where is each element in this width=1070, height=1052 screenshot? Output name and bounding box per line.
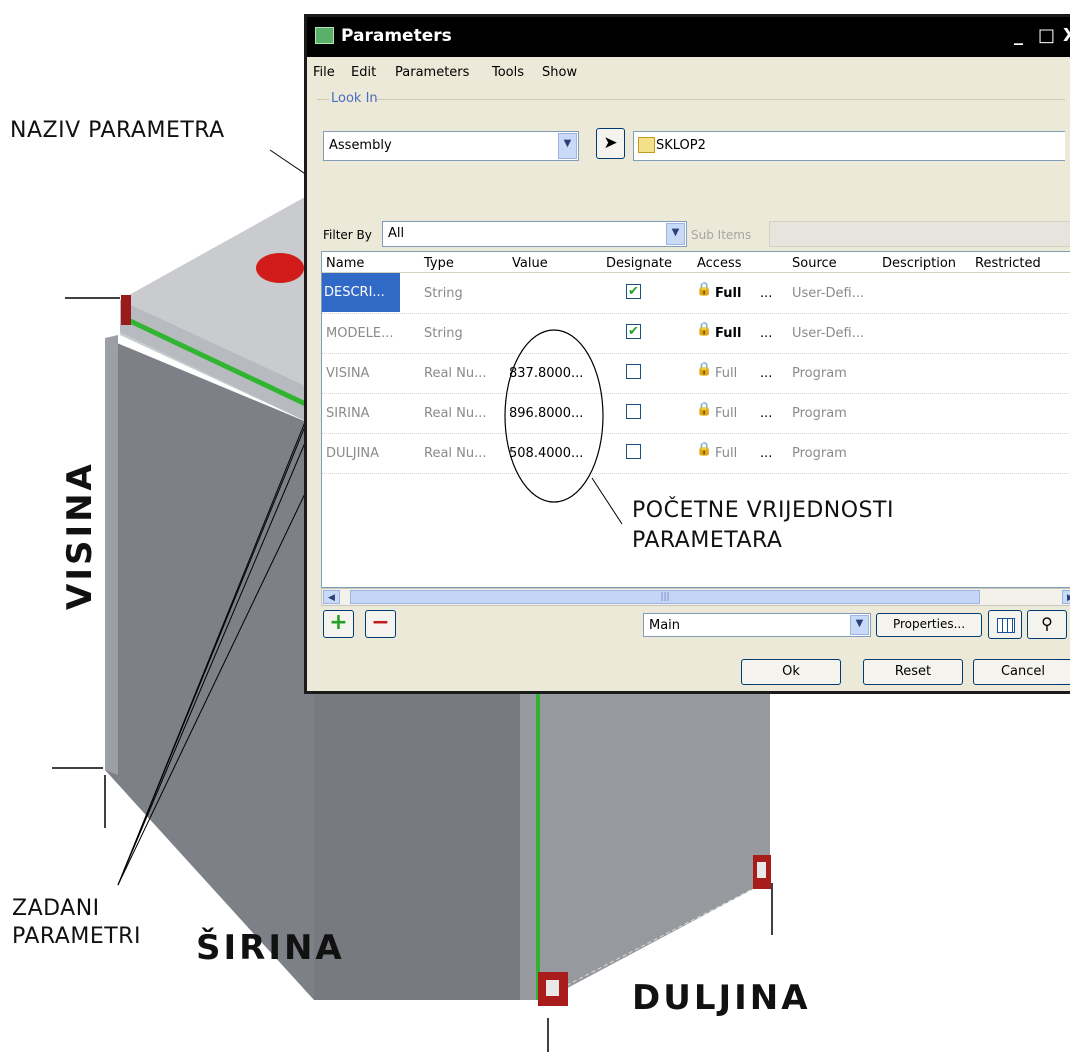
duljina-label: DULJINA: [632, 978, 811, 1018]
parameters-table: Name Type Value Designate Access Source …: [321, 251, 1070, 588]
chevron-down-icon: ▼: [666, 223, 685, 245]
cancel-button[interactable]: Cancel: [973, 659, 1070, 685]
filter-by-value: All: [388, 226, 405, 241]
pocetne-line1: POČETNE VRIJEDNOSTI: [632, 498, 894, 523]
sirina-label: ŠIRINA: [196, 928, 345, 968]
pocetne-vrijednosti-label: POČETNE VRIJEDNOSTI PARAMETARA: [632, 496, 894, 556]
left-box-front-shade: [105, 335, 118, 775]
assembly-folder-icon: [638, 137, 655, 153]
zadani-parametri-label: ZADANI PARAMETRI: [12, 895, 141, 951]
select-object-button[interactable]: ➤: [596, 128, 625, 159]
view-value: Main: [649, 618, 681, 633]
right-box-front: [520, 690, 770, 1000]
chevron-down-icon: ▼: [850, 615, 869, 635]
parameters-dialog: Parameters _ □ X File Edit Parameters To…: [304, 14, 1070, 694]
scroll-thumb[interactable]: |||: [350, 590, 980, 604]
menu-edit[interactable]: Edit: [351, 65, 376, 80]
look-in-type-value: Assembly: [329, 138, 392, 153]
look-in-type-select[interactable]: Assembly ▼: [323, 131, 579, 161]
reset-button[interactable]: Reset: [863, 659, 963, 685]
binoculars-icon: ⚲: [1041, 614, 1053, 633]
red-marker-dot: [256, 253, 304, 283]
zadani-line2: PARAMETRI: [12, 924, 141, 949]
find-button[interactable]: ⚲: [1027, 610, 1067, 639]
parameters-app-icon: [315, 27, 334, 44]
scroll-left-button[interactable]: ◀: [323, 590, 340, 604]
zadani-line1: ZADANI: [12, 896, 100, 921]
view-select[interactable]: Main ▼: [643, 613, 871, 637]
filter-by-select[interactable]: All ▼: [382, 221, 687, 247]
menu-parameters[interactable]: Parameters: [395, 65, 469, 80]
filter-by-label: Filter By: [323, 228, 372, 242]
dialog-title: Parameters: [341, 26, 452, 46]
pocetne-line2: PARAMETARA: [632, 528, 783, 553]
columns-icon: [997, 618, 1015, 633]
menu-tools[interactable]: Tools: [492, 65, 524, 80]
look-in-object-value: SKLOP2: [656, 138, 706, 153]
arrow-pointer-icon: ➤: [603, 133, 618, 153]
add-parameter-button[interactable]: +: [323, 610, 354, 638]
naziv-parametra-label: NAZIV PARAMETRA: [10, 118, 225, 143]
scroll-right-button[interactable]: ▶: [1062, 590, 1070, 604]
dialog-titlebar[interactable]: Parameters _ □ X: [307, 17, 1070, 57]
close-button[interactable]: X: [1063, 25, 1070, 47]
remove-parameter-button[interactable]: −: [365, 610, 396, 638]
menu-show[interactable]: Show: [542, 65, 577, 80]
sub-items-select[interactable]: [769, 221, 1070, 247]
look-in-label: Look In: [331, 91, 378, 106]
horizontal-scrollbar[interactable]: ◀ ||| ▶: [321, 588, 1070, 606]
properties-button[interactable]: Properties...: [876, 613, 982, 637]
maximize-button[interactable]: □: [1038, 25, 1055, 47]
columns-button[interactable]: [988, 610, 1022, 639]
chevron-down-icon: ▼: [558, 133, 577, 159]
minimize-button[interactable]: _: [1014, 25, 1023, 47]
ok-button[interactable]: Ok: [741, 659, 841, 685]
visina-label: VISINA: [60, 461, 100, 610]
menu-file[interactable]: File: [313, 65, 335, 80]
sub-items-label: Sub Items: [691, 228, 752, 242]
corner-bracket-top: [121, 295, 131, 325]
look-in-object-select[interactable]: SKLOP2: [633, 131, 1065, 161]
menu-bar: File Edit Parameters Tools Show: [307, 57, 1070, 87]
